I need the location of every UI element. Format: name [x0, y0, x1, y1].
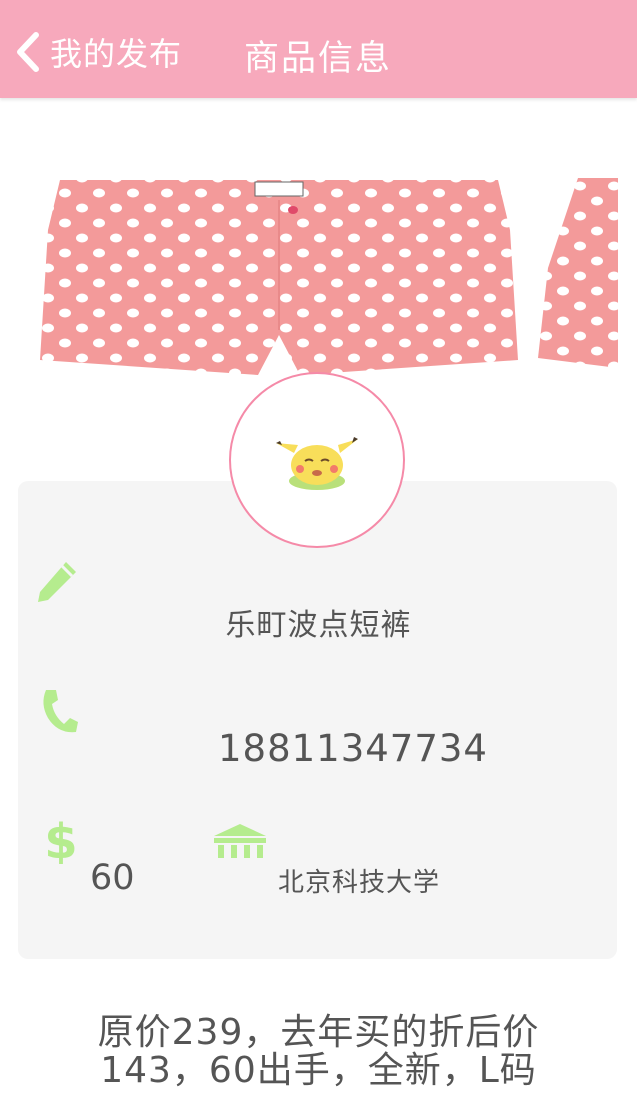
- dollar-icon: $: [44, 814, 77, 864]
- seller-avatar[interactable]: [229, 372, 405, 548]
- product-image-shorts[interactable]: [40, 170, 518, 390]
- product-price: 60: [90, 858, 135, 898]
- product-image-shorts-next[interactable]: [538, 178, 637, 368]
- phone-icon: [43, 690, 78, 733]
- back-button-label: 我的发布: [50, 35, 183, 73]
- header-bar: 我的发布 商品信息: [0, 0, 637, 98]
- product-description: 原价239，去年买的折后价 143，60出手，全新，L码: [0, 1014, 637, 1090]
- description-line-1: 原价239，去年买的折后价: [97, 1012, 540, 1053]
- pikachu-avatar: [276, 437, 358, 490]
- school-name: 北京科技大学: [278, 868, 441, 898]
- svg-text:$: $: [44, 814, 77, 864]
- seller-phone[interactable]: 18811347734: [218, 727, 488, 770]
- description-line-2: 143，60出手，全新，L码: [100, 1050, 537, 1091]
- chevron-left-icon: [17, 32, 39, 72]
- product-image-carousel[interactable]: [0, 98, 637, 418]
- page-title: 商品信息: [244, 39, 393, 79]
- school-building-icon: [214, 824, 266, 858]
- pencil-icon: [38, 562, 76, 602]
- product-name: 乐町波点短裤: [225, 608, 412, 643]
- back-button[interactable]: 我的发布: [10, 28, 182, 76]
